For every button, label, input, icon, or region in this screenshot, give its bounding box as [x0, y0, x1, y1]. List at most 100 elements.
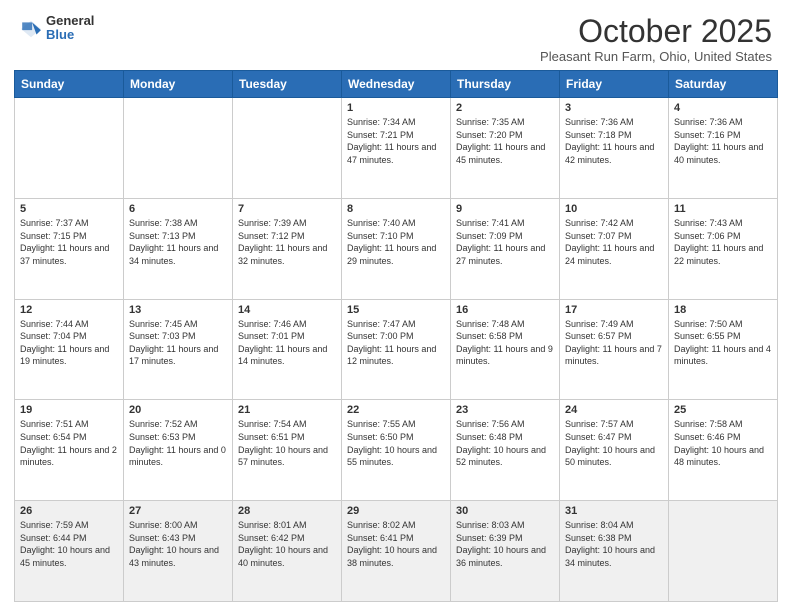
day-cell: 11 Sunrise: 7:43 AMSunset: 7:06 PMDayligh… [669, 198, 778, 299]
day-info: Sunrise: 7:40 AMSunset: 7:10 PMDaylight:… [347, 217, 445, 267]
day-number: 21 [238, 404, 336, 416]
day-cell: 13 Sunrise: 7:45 AMSunset: 7:03 PMDayligh… [124, 299, 233, 400]
day-number: 26 [20, 505, 118, 517]
day-number: 13 [129, 304, 227, 316]
day-info: Sunrise: 7:55 AMSunset: 6:50 PMDaylight:… [347, 418, 445, 468]
day-number: 17 [565, 304, 663, 316]
weekday-header-row: SundayMondayTuesdayWednesdayThursdayFrid… [15, 71, 778, 98]
day-cell: 29Sunrise: 8:02 AMSunset: 6:41 PMDayligh… [342, 501, 451, 602]
day-info: Sunrise: 7:52 AMSunset: 6:53 PMDaylight:… [129, 418, 227, 468]
day-cell: 22 Sunrise: 7:55 AMSunset: 6:50 PMDayligh… [342, 400, 451, 501]
day-number: 31 [565, 505, 663, 517]
day-info: Sunrise: 7:35 AMSunset: 7:20 PMDaylight:… [456, 116, 554, 166]
day-number: 14 [238, 304, 336, 316]
day-info: Sunrise: 7:48 AMSunset: 6:58 PMDaylight:… [456, 318, 554, 368]
day-info: Sunrise: 7:47 AMSunset: 7:00 PMDaylight:… [347, 318, 445, 368]
day-cell: 8 Sunrise: 7:40 AMSunset: 7:10 PMDaylight… [342, 198, 451, 299]
day-info: Sunrise: 7:45 AMSunset: 7:03 PMDaylight:… [129, 318, 227, 368]
day-cell: 19 Sunrise: 7:51 AMSunset: 6:54 PMDayligh… [15, 400, 124, 501]
day-cell: 1 Sunrise: 7:34 AMSunset: 7:21 PMDaylight… [342, 98, 451, 199]
day-cell: 16 Sunrise: 7:48 AMSunset: 6:58 PMDayligh… [451, 299, 560, 400]
week-row-4: 19 Sunrise: 7:51 AMSunset: 6:54 PMDayligh… [15, 400, 778, 501]
day-info: Sunrise: 8:00 AMSunset: 6:43 PMDaylight:… [129, 519, 227, 569]
day-info: Sunrise: 8:01 AMSunset: 6:42 PMDaylight:… [238, 519, 336, 569]
day-number: 3 [565, 102, 663, 114]
day-number: 9 [456, 203, 554, 215]
day-info: Sunrise: 7:39 AMSunset: 7:12 PMDaylight:… [238, 217, 336, 267]
weekday-header-saturday: Saturday [669, 71, 778, 98]
weekday-header-tuesday: Tuesday [233, 71, 342, 98]
day-cell: 6 Sunrise: 7:38 AMSunset: 7:13 PMDaylight… [124, 198, 233, 299]
day-info: Sunrise: 7:43 AMSunset: 7:06 PMDaylight:… [674, 217, 772, 267]
day-info: Sunrise: 8:03 AMSunset: 6:39 PMDaylight:… [456, 519, 554, 569]
weekday-header-wednesday: Wednesday [342, 71, 451, 98]
day-number: 29 [347, 505, 445, 517]
day-info: Sunrise: 7:51 AMSunset: 6:54 PMDaylight:… [20, 418, 118, 468]
week-row-2: 5 Sunrise: 7:37 AMSunset: 7:15 PMDaylight… [15, 198, 778, 299]
calendar-table: SundayMondayTuesdayWednesdayThursdayFrid… [14, 70, 778, 602]
day-info: Sunrise: 7:57 AMSunset: 6:47 PMDaylight:… [565, 418, 663, 468]
day-info: Sunrise: 7:50 AMSunset: 6:55 PMDaylight:… [674, 318, 772, 368]
day-info: Sunrise: 7:34 AMSunset: 7:21 PMDaylight:… [347, 116, 445, 166]
title-section: October 2025 Pleasant Run Farm, Ohio, Un… [540, 14, 772, 64]
day-number: 2 [456, 102, 554, 114]
day-number: 19 [20, 404, 118, 416]
day-cell: 2 Sunrise: 7:35 AMSunset: 7:20 PMDaylight… [451, 98, 560, 199]
day-info: Sunrise: 7:37 AMSunset: 7:15 PMDaylight:… [20, 217, 118, 267]
day-cell [669, 501, 778, 602]
day-cell: 25Sunrise: 7:58 AMSunset: 6:46 PMDayligh… [669, 400, 778, 501]
day-number: 1 [347, 102, 445, 114]
day-cell: 3Sunrise: 7:36 AMSunset: 7:18 PMDaylight… [560, 98, 669, 199]
day-number: 28 [238, 505, 336, 517]
day-cell: 14 Sunrise: 7:46 AMSunset: 7:01 PMDayligh… [233, 299, 342, 400]
day-info: Sunrise: 7:49 AMSunset: 6:57 PMDaylight:… [565, 318, 663, 368]
day-info: Sunrise: 8:04 AMSunset: 6:38 PMDaylight:… [565, 519, 663, 569]
weekday-header-friday: Friday [560, 71, 669, 98]
day-cell: 21Sunrise: 7:54 AMSunset: 6:51 PMDayligh… [233, 400, 342, 501]
day-cell: 31 Sunrise: 8:04 AMSunset: 6:38 PMDayligh… [560, 501, 669, 602]
day-info: Sunrise: 7:41 AMSunset: 7:09 PMDaylight:… [456, 217, 554, 267]
day-cell: 5 Sunrise: 7:37 AMSunset: 7:15 PMDaylight… [15, 198, 124, 299]
day-number: 7 [238, 203, 336, 215]
day-number: 24 [565, 404, 663, 416]
day-cell: 9 Sunrise: 7:41 AMSunset: 7:09 PMDaylight… [451, 198, 560, 299]
day-cell: 24 Sunrise: 7:57 AMSunset: 6:47 PMDayligh… [560, 400, 669, 501]
day-number: 12 [20, 304, 118, 316]
day-number: 15 [347, 304, 445, 316]
day-number: 22 [347, 404, 445, 416]
day-number: 18 [674, 304, 772, 316]
logo-general: General [46, 14, 94, 28]
day-cell [124, 98, 233, 199]
day-cell: 27Sunrise: 8:00 AMSunset: 6:43 PMDayligh… [124, 501, 233, 602]
day-number: 25 [674, 404, 772, 416]
page: General Blue October 2025 Pleasant Run F… [0, 0, 792, 612]
day-info: Sunrise: 7:46 AMSunset: 7:01 PMDaylight:… [238, 318, 336, 368]
day-number: 16 [456, 304, 554, 316]
day-cell: 10Sunrise: 7:42 AMSunset: 7:07 PMDayligh… [560, 198, 669, 299]
day-info: Sunrise: 7:38 AMSunset: 7:13 PMDaylight:… [129, 217, 227, 267]
day-number: 30 [456, 505, 554, 517]
day-number: 11 [674, 203, 772, 215]
logo-blue: Blue [46, 28, 94, 42]
header: General Blue October 2025 Pleasant Run F… [0, 0, 792, 70]
day-cell: 26 Sunrise: 7:59 AMSunset: 6:44 PMDayligh… [15, 501, 124, 602]
calendar-title: October 2025 [540, 14, 772, 49]
calendar-subtitle: Pleasant Run Farm, Ohio, United States [540, 49, 772, 64]
day-info: Sunrise: 7:59 AMSunset: 6:44 PMDaylight:… [20, 519, 118, 569]
day-cell: 20 Sunrise: 7:52 AMSunset: 6:53 PMDayligh… [124, 400, 233, 501]
day-number: 8 [347, 203, 445, 215]
day-cell: 12 Sunrise: 7:44 AMSunset: 7:04 PMDayligh… [15, 299, 124, 400]
day-number: 5 [20, 203, 118, 215]
day-info: Sunrise: 7:36 AMSunset: 7:16 PMDaylight:… [674, 116, 772, 166]
day-cell: 7 Sunrise: 7:39 AMSunset: 7:12 PMDaylight… [233, 198, 342, 299]
weekday-header-sunday: Sunday [15, 71, 124, 98]
day-cell: 17 Sunrise: 7:49 AMSunset: 6:57 PMDayligh… [560, 299, 669, 400]
calendar: SundayMondayTuesdayWednesdayThursdayFrid… [0, 70, 792, 612]
day-number: 10 [565, 203, 663, 215]
day-number: 6 [129, 203, 227, 215]
day-info: Sunrise: 7:44 AMSunset: 7:04 PMDaylight:… [20, 318, 118, 368]
day-number: 20 [129, 404, 227, 416]
week-row-1: 1 Sunrise: 7:34 AMSunset: 7:21 PMDaylight… [15, 98, 778, 199]
weekday-header-thursday: Thursday [451, 71, 560, 98]
week-row-5: 26 Sunrise: 7:59 AMSunset: 6:44 PMDayligh… [15, 501, 778, 602]
